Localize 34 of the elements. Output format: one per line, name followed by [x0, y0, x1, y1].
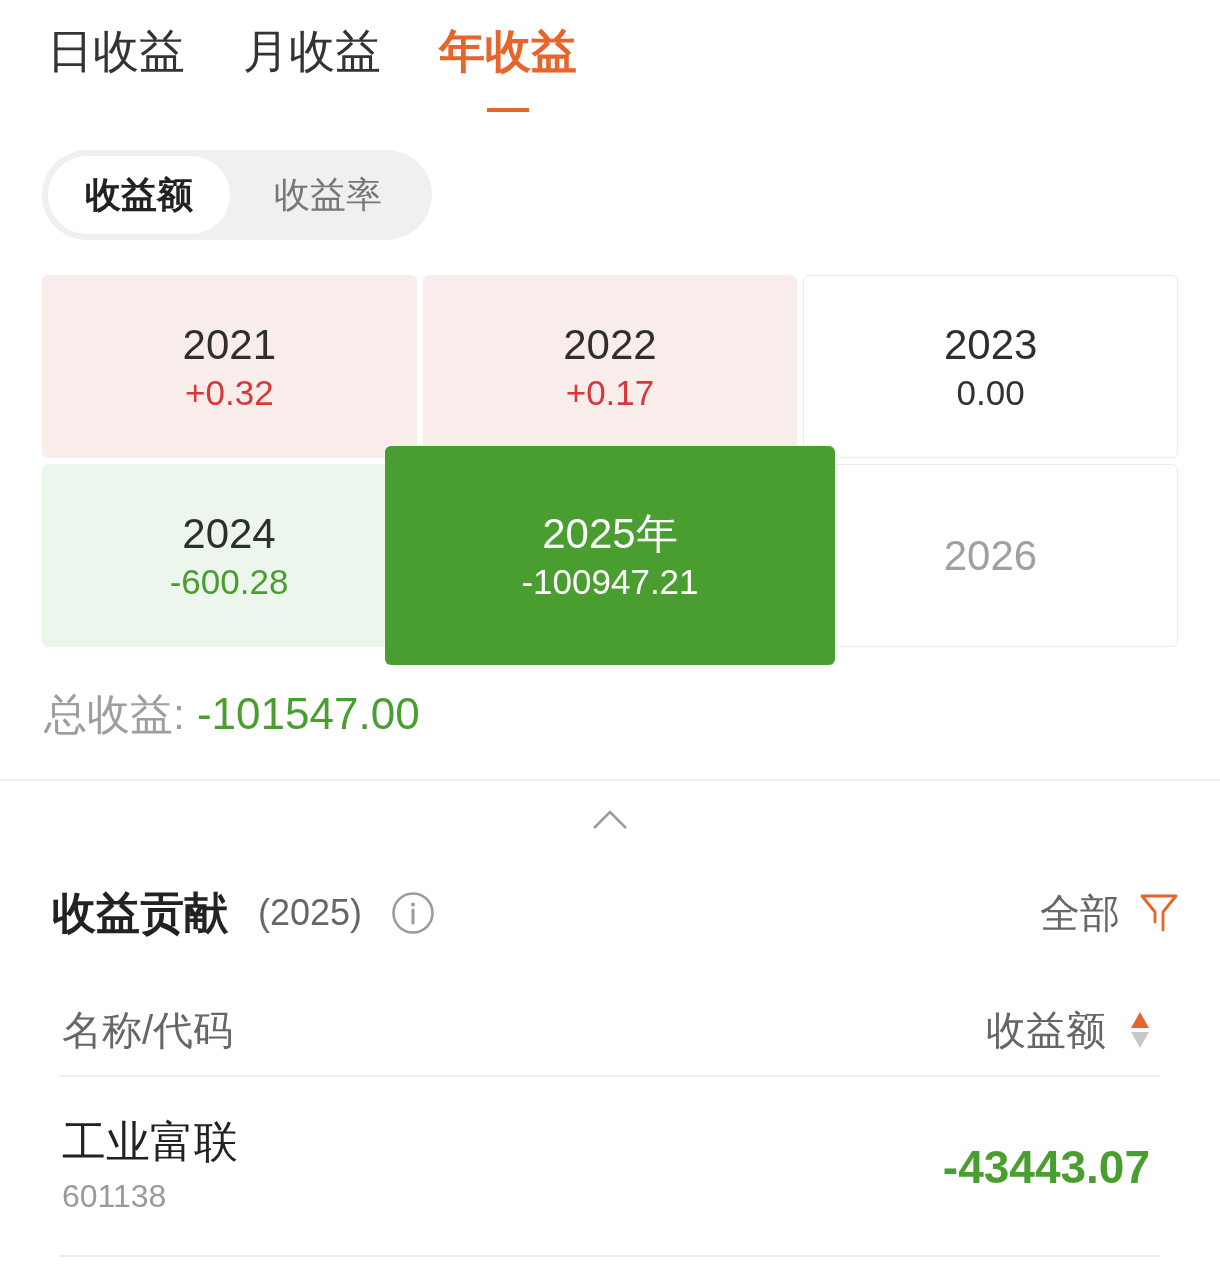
year-label: 2026	[943, 530, 1038, 581]
year-label: 2024	[182, 508, 276, 559]
collapse-button[interactable]	[592, 808, 628, 830]
stock-name: 工业富联	[62, 1117, 238, 1167]
year-return: -100947.21	[521, 560, 699, 603]
metric-toggle-option[interactable]: 收益率	[230, 156, 426, 234]
year-label: 2021	[182, 319, 277, 370]
year-return: +0.32	[185, 371, 274, 414]
year-label: 2022	[563, 319, 657, 370]
year-cell[interactable]: 2021 +0.32	[42, 275, 417, 458]
year-label: 2025年	[542, 508, 678, 559]
chevron-up-icon	[592, 808, 628, 830]
info-button[interactable]	[392, 892, 435, 934]
period-tab[interactable]: 日收益	[47, 26, 185, 112]
metric-toggle-option[interactable]: 收益额	[48, 156, 230, 234]
year-return: +0.17	[565, 371, 655, 414]
section-title: 收益贡献	[52, 888, 228, 938]
year-cell[interactable]: 2022 +0.17	[422, 275, 798, 446]
section-year: (2025)	[258, 891, 363, 935]
year-return: -600.28	[169, 560, 289, 603]
total-label: 总收益:	[44, 689, 185, 739]
period-tab[interactable]: 月收益	[243, 26, 381, 112]
info-icon	[392, 892, 435, 934]
stock-code: 601138	[62, 1177, 168, 1216]
stock-return: -43443.07	[942, 1139, 1151, 1195]
year-cell[interactable]: 2024 -600.28	[42, 464, 385, 647]
year-label: 2023	[943, 319, 1038, 370]
column-header: 名称/代码	[61, 1007, 234, 1054]
sort-button[interactable]: 收益额	[986, 1005, 1160, 1055]
filter-button[interactable]: 全部	[1040, 888, 1178, 938]
year-return: 0.00	[956, 371, 1025, 414]
year-cell[interactable]: 2023 0.00	[803, 275, 1178, 458]
filter-icon	[1140, 894, 1178, 932]
total-value: -101547.00	[196, 689, 420, 739]
